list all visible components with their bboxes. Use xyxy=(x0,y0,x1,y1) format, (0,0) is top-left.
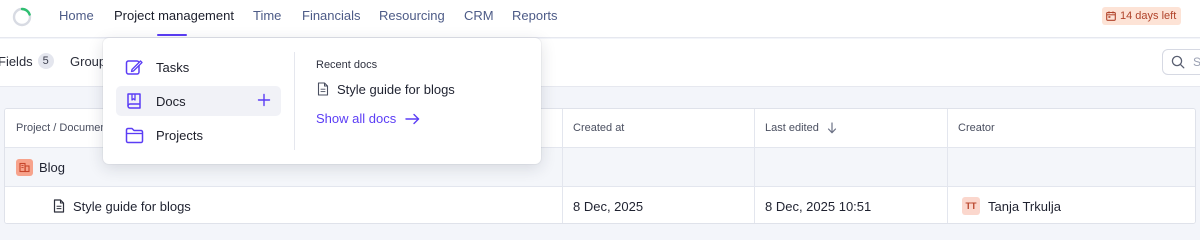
show-all-docs-link[interactable]: Show all docs xyxy=(316,111,420,126)
tasks-icon xyxy=(124,57,144,77)
nav-crm[interactable]: CRM xyxy=(464,0,494,36)
recent-doc-label: Style guide for blogs xyxy=(337,81,455,97)
document-icon xyxy=(317,82,329,96)
dropdown-divider xyxy=(294,52,295,150)
search-input[interactable]: S xyxy=(1162,49,1200,75)
search-icon xyxy=(1171,55,1185,69)
top-navigation-bar: Home Project management Time Financials … xyxy=(0,0,1200,38)
app-logo-icon[interactable] xyxy=(11,6,33,28)
menu-item-tasks-label: Tasks xyxy=(156,59,190,75)
document-icon xyxy=(53,199,65,213)
last-edited-cell: 8 Dec, 2025 10:51 xyxy=(755,187,948,223)
show-all-docs-label: Show all docs xyxy=(316,111,397,126)
group-cell-empty xyxy=(755,148,948,186)
folder-icon xyxy=(124,125,144,145)
menu-item-docs[interactable]: Docs xyxy=(116,86,281,116)
column-header-created-at[interactable]: Created at xyxy=(563,109,755,147)
trial-badge[interactable]: 14 days left xyxy=(1102,7,1182,25)
project-management-dropdown: Tasks Docs Projects Recent docs Style gu… xyxy=(103,38,541,164)
search-placeholder: S xyxy=(1193,55,1200,69)
calendar-icon xyxy=(1106,11,1116,21)
table-row[interactable]: Style guide for blogs 8 Dec, 2025 8 Dec,… xyxy=(5,187,1195,223)
nav-reports[interactable]: Reports xyxy=(512,0,558,36)
menu-item-projects-label: Projects xyxy=(156,127,203,143)
trial-badge-label: 14 days left xyxy=(1120,10,1177,22)
column-header-last-edited-label: Last edited xyxy=(765,122,819,134)
column-header-last-edited[interactable]: Last edited xyxy=(755,109,948,147)
active-nav-indicator xyxy=(157,34,187,36)
group-cell-empty xyxy=(563,148,755,186)
menu-item-tasks[interactable]: Tasks xyxy=(116,52,281,82)
column-header-creator[interactable]: Creator xyxy=(948,109,1195,147)
recent-docs-heading: Recent docs xyxy=(316,59,378,71)
blog-project-icon xyxy=(16,158,33,176)
menu-item-docs-label: Docs xyxy=(156,93,186,109)
nav-resourcing[interactable]: Resourcing xyxy=(379,0,445,36)
fields-count-badge: 5 xyxy=(37,53,54,69)
fields-label: Fields xyxy=(0,53,33,69)
group-cell-empty xyxy=(948,148,1195,186)
created-at-cell: 8 Dec, 2025 xyxy=(563,187,755,223)
creator-name: Tanja Trkulja xyxy=(988,198,1061,214)
group-name: Blog xyxy=(39,159,66,175)
menu-item-projects[interactable]: Projects xyxy=(116,120,281,150)
arrow-right-icon xyxy=(405,113,420,124)
avatar: TT xyxy=(962,197,980,215)
nav-time[interactable]: Time xyxy=(253,0,281,36)
group-button[interactable]: Group xyxy=(70,54,106,69)
nav-project-management[interactable]: Project management xyxy=(114,0,234,36)
nav-financials[interactable]: Financials xyxy=(302,0,361,36)
sort-descending-icon[interactable] xyxy=(827,122,837,134)
add-doc-icon[interactable] xyxy=(257,93,271,107)
docs-icon xyxy=(124,91,144,111)
fields-button[interactable]: Fields 5 xyxy=(0,53,54,69)
nav-home[interactable]: Home xyxy=(59,0,94,36)
recent-doc-link[interactable]: Style guide for blogs xyxy=(317,79,455,99)
creator-cell: TT Tanja Trkulja xyxy=(948,187,1195,223)
doc-name-cell: Style guide for blogs xyxy=(5,187,563,223)
doc-name[interactable]: Style guide for blogs xyxy=(73,199,191,214)
